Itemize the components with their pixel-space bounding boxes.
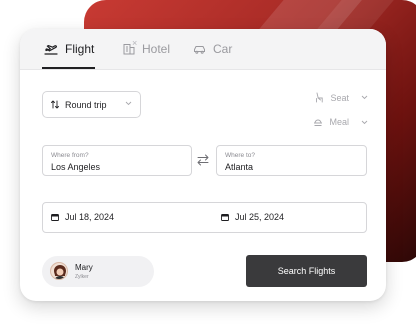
chevron-down-icon bbox=[361, 95, 368, 100]
traveler-name: Mary bbox=[75, 263, 93, 272]
tab-bar: Flight Hotel Car bbox=[20, 29, 386, 69]
trip-type-select[interactable]: Round trip bbox=[42, 91, 141, 118]
where-from-value: Los Angeles bbox=[51, 162, 101, 172]
date-range-field: Jul 18, 2024 Jul 25, 2024 bbox=[42, 202, 367, 233]
tab-flight[interactable]: Flight bbox=[44, 29, 96, 69]
departure-date[interactable]: Jul 18, 2024 bbox=[51, 212, 114, 222]
chevron-down-icon bbox=[361, 120, 368, 124]
meal-option[interactable]: Meal bbox=[313, 117, 368, 127]
tab-label: Flight bbox=[65, 42, 95, 56]
return-date-value: Jul 25, 2024 bbox=[235, 212, 285, 222]
stage: Flight Hotel Car Round trip Seat Meal Wh… bbox=[0, 0, 416, 326]
where-to-field[interactable]: Where to? Atlanta bbox=[216, 145, 367, 176]
person-photo bbox=[51, 263, 67, 279]
seat-label: Seat bbox=[330, 92, 349, 103]
tabs-divider bbox=[20, 69, 386, 70]
where-from-field[interactable]: Where from? Los Angeles bbox=[42, 145, 192, 176]
trip-type-value: Round trip bbox=[65, 99, 107, 110]
where-to-label: Where to? bbox=[225, 152, 255, 159]
remove-traveler-icon[interactable]: × bbox=[132, 39, 137, 48]
tab-car[interactable]: Car bbox=[193, 29, 232, 69]
calendar-icon bbox=[51, 214, 59, 221]
traveler-chip[interactable]: Mary Zylker bbox=[42, 256, 154, 287]
meal-label: Meal bbox=[329, 117, 349, 127]
search-flights-button[interactable]: Search Flights bbox=[246, 255, 367, 287]
avatar bbox=[50, 262, 68, 280]
car-icon bbox=[194, 45, 205, 54]
tab-label: Hotel bbox=[142, 42, 171, 56]
swap-vertical-icon bbox=[51, 100, 59, 109]
meal-icon bbox=[314, 119, 323, 126]
return-date[interactable]: Jul 25, 2024 bbox=[221, 212, 284, 222]
where-from-label: Where from? bbox=[51, 152, 89, 159]
flight-search-card: Flight Hotel Car Round trip Seat Meal Wh… bbox=[20, 29, 386, 301]
plane-takeoff-icon bbox=[44, 45, 58, 55]
where-to-value: Atlanta bbox=[225, 162, 254, 172]
seat-option[interactable]: Seat bbox=[315, 92, 368, 103]
departure-date-value: Jul 18, 2024 bbox=[65, 212, 115, 222]
calendar-icon bbox=[221, 214, 229, 221]
chevron-down-icon bbox=[125, 101, 132, 106]
swap-horizontal-icon[interactable] bbox=[196, 153, 210, 167]
traveler-company: Zylker bbox=[75, 274, 89, 280]
seat-icon bbox=[316, 92, 324, 103]
tab-hotel[interactable]: Hotel bbox=[123, 29, 170, 69]
tab-label: Car bbox=[213, 42, 233, 56]
